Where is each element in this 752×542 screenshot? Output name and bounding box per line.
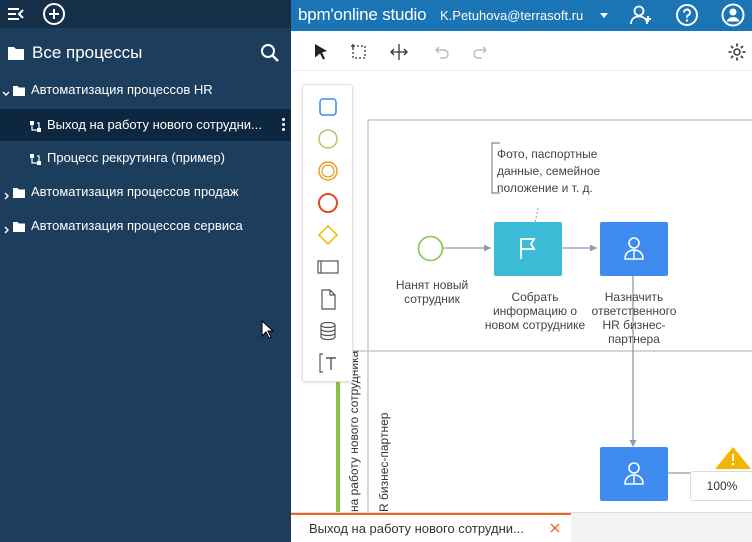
collapse-menu-icon[interactable] xyxy=(3,2,27,31)
more-options-icon[interactable] xyxy=(281,117,285,133)
start-event-label: Нанят новый сотрудник xyxy=(388,278,476,306)
undo-icon[interactable] xyxy=(431,42,451,62)
folder-icon xyxy=(8,46,24,65)
process-label: Процесс рекрутинга (пример) xyxy=(47,150,225,165)
folder-icon xyxy=(13,186,25,201)
label-line: ответственного xyxy=(591,304,677,318)
end-event-icon[interactable] xyxy=(315,190,341,216)
sidebar-group-service[interactable]: Автоматизация процессов сервиса xyxy=(0,210,291,242)
label-line: HR бизнес- xyxy=(602,318,666,332)
bottom-tabs-bar: Выход на работу нового сотрудни... xyxy=(291,512,752,542)
label-line: Нанят новый xyxy=(395,278,469,292)
sidebar-group-label: Автоматизация процессов HR xyxy=(31,82,213,97)
process-icon xyxy=(30,153,41,168)
data-store-icon[interactable] xyxy=(315,318,341,344)
tab-label: Выход на работу нового сотрудни... xyxy=(309,521,524,536)
user-task-icon xyxy=(622,235,646,266)
add-process-icon[interactable] xyxy=(42,2,66,31)
lasso-select-icon[interactable] xyxy=(349,42,369,62)
user-task-icon xyxy=(622,460,646,491)
start-event[interactable] xyxy=(417,235,444,267)
sidebar-process-recruiting[interactable]: Процесс рекрутинга (пример) xyxy=(0,142,291,174)
chevron-right-icon xyxy=(3,222,11,237)
annotation-line: Фото, паспортные xyxy=(497,147,598,161)
task-shape-icon[interactable] xyxy=(315,94,341,120)
sidebar-group-hr[interactable]: Автоматизация процессов HR xyxy=(0,74,291,106)
task-assign-hr[interactable] xyxy=(600,222,668,276)
tab-onboarding-process[interactable]: Выход на работу нового сотрудни... xyxy=(291,513,571,542)
label-line: партнера xyxy=(608,332,660,346)
settings-icon[interactable] xyxy=(727,42,747,62)
chevron-down-icon[interactable] xyxy=(600,13,608,18)
annotation-line: данные, семейное xyxy=(497,164,601,178)
add-user-icon[interactable] xyxy=(628,2,654,28)
all-processes-header[interactable]: Все процессы xyxy=(0,38,291,68)
folder-icon xyxy=(13,220,25,235)
lane-label-hr-partner: R бизнес-партнер xyxy=(377,412,391,512)
task-assign-hr-label: Назначить ответственного HR бизнес- парт… xyxy=(588,290,680,346)
annotation-line: положение и т. д. xyxy=(497,181,593,195)
sidebar-topbar xyxy=(0,0,291,28)
folder-icon xyxy=(13,84,25,99)
label-line: Собрать xyxy=(511,290,559,304)
pointer-tool-icon[interactable] xyxy=(311,42,331,62)
sidebar-group-sales[interactable]: Автоматизация процессов продаж xyxy=(0,176,291,208)
zoom-level[interactable]: 100% xyxy=(690,471,752,501)
close-icon[interactable] xyxy=(547,520,563,536)
label-line: информацию о xyxy=(492,304,578,318)
sidebar-group-label: Автоматизация процессов сервиса xyxy=(31,218,243,233)
profile-icon[interactable] xyxy=(720,2,746,28)
chevron-right-icon xyxy=(3,188,11,203)
label-line: новом сотруднике xyxy=(484,318,586,332)
mouse-cursor-icon xyxy=(261,319,275,345)
sidebar-group-label: Автоматизация процессов продаж xyxy=(31,184,239,199)
designer-toolbar xyxy=(291,31,752,71)
redo-icon[interactable] xyxy=(471,42,491,62)
task-collect-info[interactable] xyxy=(494,222,562,276)
all-processes-title: Все процессы xyxy=(32,43,143,62)
gateway-icon[interactable] xyxy=(315,222,341,248)
user-email[interactable]: K.Petuhova@terrasoft.ru xyxy=(440,8,583,23)
intermediate-event-icon[interactable] xyxy=(315,158,341,184)
search-icon[interactable] xyxy=(260,43,280,68)
annotation-text[interactable]: Фото, паспортные данные, семейное положе… xyxy=(497,146,600,197)
label-line: сотрудник xyxy=(404,292,460,306)
data-object-icon[interactable] xyxy=(315,286,341,312)
chevron-down-icon xyxy=(2,86,10,101)
label-line: Назначить xyxy=(604,290,664,304)
sidebar-process-onboarding[interactable]: Выход на работу нового сотрудни... xyxy=(0,109,291,141)
app-brand: bpm'online studio xyxy=(298,5,427,24)
task-hr-partner[interactable] xyxy=(600,447,668,501)
process-icon xyxy=(30,120,41,135)
top-bar: bpm'online studio K.Petuhova@terrasoft.r… xyxy=(291,0,752,31)
help-icon[interactable] xyxy=(674,2,700,28)
start-event-icon[interactable] xyxy=(315,126,341,152)
flag-icon xyxy=(518,237,538,266)
sidebar: Все процессы Автоматизация процессов HR … xyxy=(0,0,291,542)
element-palette xyxy=(302,84,353,382)
lane-icon[interactable] xyxy=(315,254,341,280)
space-tool-icon[interactable] xyxy=(389,42,409,62)
task-collect-info-label: Собрать информацию о новом сотруднике xyxy=(480,290,590,332)
text-annotation-icon[interactable] xyxy=(315,350,341,376)
process-label: Выход на работу нового сотрудни... xyxy=(47,117,262,132)
